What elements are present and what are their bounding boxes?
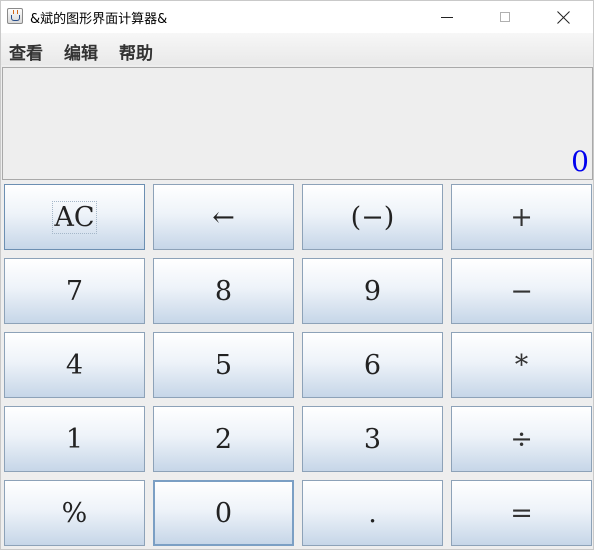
menu-view[interactable]: 查看 [9,39,43,64]
clear-button-label: AC [52,200,97,234]
negate-button[interactable]: (−) [302,184,443,250]
menu-bar: 查看 编辑 帮助 [1,33,593,65]
digit-2-button[interactable]: 2 [153,406,294,472]
plus-button[interactable]: + [451,184,592,250]
digit-5-label: 5 [214,349,233,381]
digit-4-label: 4 [65,349,84,381]
close-icon [557,11,570,24]
keypad: AC ← (−) + 7 8 9 − 4 5 6 * 1 2 3 ÷ % 0 .… [1,181,593,549]
digit-0-button[interactable]: 0 [153,480,294,546]
equals-button[interactable]: = [451,480,592,546]
digit-5-button[interactable]: 5 [153,332,294,398]
digit-3-button[interactable]: 3 [302,406,443,472]
minus-button[interactable]: − [451,258,592,324]
maximize-button[interactable] [477,1,535,33]
digit-7-button[interactable]: 7 [4,258,145,324]
title-bar[interactable]: &斌的图形界面计算器& [1,1,593,33]
backspace-button[interactable]: ← [153,184,294,250]
calculator-window: &斌的图形界面计算器& 查看 编辑 帮助 0 AC ← (−) + 7 8 9 … [0,0,594,550]
digit-9-label: 9 [363,275,382,307]
java-cup-icon[interactable] [7,8,23,24]
minus-button-label: − [510,275,533,307]
digit-4-button[interactable]: 4 [4,332,145,398]
digit-1-label: 1 [65,423,84,455]
negate-button-label: (−) [350,201,395,233]
multiply-button[interactable]: * [451,332,592,398]
digit-6-label: 6 [363,349,382,381]
equals-button-label: = [510,497,533,529]
digit-0-label: 0 [214,497,233,529]
close-button[interactable] [535,1,593,33]
digit-9-button[interactable]: 9 [302,258,443,324]
minimize-icon [441,17,453,18]
divide-button[interactable]: ÷ [451,406,592,472]
decimal-button-label: . [368,497,377,529]
digit-7-label: 7 [65,275,84,307]
result-display: 0 [2,67,593,180]
percent-button-label: % [61,497,88,529]
percent-button[interactable]: % [4,480,145,546]
digit-8-label: 8 [214,275,233,307]
decimal-button[interactable]: . [302,480,443,546]
digit-3-label: 3 [363,423,382,455]
digit-1-button[interactable]: 1 [4,406,145,472]
digit-6-button[interactable]: 6 [302,332,443,398]
display-value: 0 [571,145,589,178]
menu-help[interactable]: 帮助 [119,39,153,64]
maximize-icon [500,12,510,22]
backspace-button-label: ← [212,201,235,233]
digit-2-label: 2 [214,423,233,455]
minimize-button[interactable] [419,1,477,33]
digit-8-button[interactable]: 8 [153,258,294,324]
multiply-button-label: * [514,349,529,381]
plus-button-label: + [510,201,533,233]
divide-button-label: ÷ [510,423,533,455]
clear-button[interactable]: AC [4,184,145,250]
menu-edit[interactable]: 编辑 [64,39,98,64]
window-title: &斌的图形界面计算器& [30,12,168,27]
